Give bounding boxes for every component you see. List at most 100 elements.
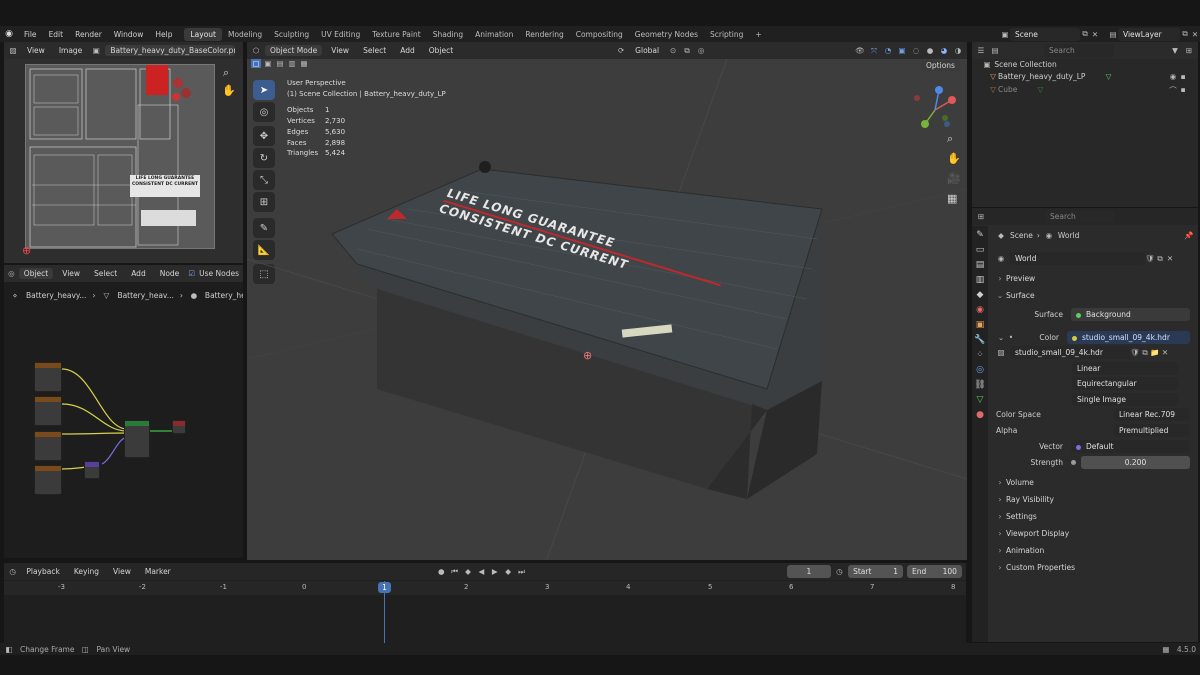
open-folder-icon[interactable]: 📁	[1150, 348, 1160, 357]
current-frame-field[interactable]: 1	[786, 565, 831, 578]
data-tab-icon[interactable]: ▽	[977, 395, 984, 405]
material-tab-icon[interactable]: ●	[976, 410, 984, 420]
output-tab-icon[interactable]: ▤	[976, 260, 985, 270]
grid-perspective-icon[interactable]: ▦	[947, 192, 957, 205]
properties-search-input[interactable]: Search	[1045, 210, 1115, 223]
viewport-menu-add[interactable]: Add	[395, 45, 420, 56]
material-shading-icon[interactable]: ◕	[939, 46, 949, 55]
render-tab-icon[interactable]: ▭	[976, 245, 985, 255]
vector-field[interactable]: Default	[1071, 440, 1190, 453]
node-editor-type-icon[interactable]: ◎	[8, 269, 15, 278]
filter-icon[interactable]: ▼	[1170, 46, 1180, 55]
timeline-menu-view[interactable]: View	[108, 566, 136, 577]
timeline-ruler[interactable]	[4, 581, 966, 595]
snap-icon[interactable]: ⧉	[682, 46, 692, 56]
image-datablock-field[interactable]: studio_small_09_4k.hdr	[1010, 346, 1130, 359]
interpolation-dropdown[interactable]: Linear	[1072, 362, 1178, 375]
record-icon[interactable]: ●	[437, 567, 446, 576]
pan-hand-icon[interactable]: ✋	[947, 152, 961, 165]
surface-shader-field[interactable]: Background	[1071, 308, 1190, 321]
world-name-field[interactable]: World	[1010, 252, 1145, 265]
node-menu-add[interactable]: Add	[126, 268, 151, 279]
tab-uv-editing[interactable]: UV Editing	[315, 28, 366, 41]
3d-viewport[interactable]: ⬡ Object Mode View Select Add Object ⟳ G…	[247, 42, 967, 560]
section-viewport-display[interactable]: › Viewport Display	[994, 526, 1190, 541]
visibility-icon[interactable]: 👁	[855, 46, 865, 55]
section-custom-properties[interactable]: › Custom Properties	[994, 560, 1190, 575]
node-menu-select[interactable]: Select	[89, 268, 122, 279]
tab-rendering[interactable]: Rendering	[519, 28, 569, 41]
tab-animation[interactable]: Animation	[469, 28, 519, 41]
image-texture-node[interactable]	[34, 362, 62, 392]
source-dropdown[interactable]: Single Image	[1072, 393, 1178, 406]
zoom-icon[interactable]: ⌕	[947, 132, 953, 146]
section-settings[interactable]: › Settings	[994, 509, 1190, 524]
jump-start-icon[interactable]: ⏮	[450, 567, 459, 577]
jump-end-icon[interactable]: ⏭	[517, 567, 526, 577]
particles-tab-icon[interactable]: ⁘	[976, 350, 984, 360]
section-preview[interactable]: › Preview	[994, 271, 1190, 286]
image-texture-node[interactable]	[34, 396, 62, 426]
constraints-tab-icon[interactable]: ⛓	[974, 380, 985, 390]
alpha-dropdown[interactable]: Premultiplied	[1114, 424, 1190, 437]
menu-file[interactable]: File	[18, 30, 43, 39]
object-tab-icon[interactable]: ▣	[976, 320, 985, 330]
tab-sculpting[interactable]: Sculpting	[268, 28, 315, 41]
tab-compositing[interactable]: Compositing	[570, 28, 629, 41]
outliner-item[interactable]: ▽ Battery_heavy_duty_LP ▽ ◉ ▪	[988, 72, 1188, 81]
end-frame-field[interactable]: End 100	[907, 565, 962, 578]
playhead-frame-badge[interactable]: 1	[378, 582, 391, 593]
stopwatch-icon[interactable]: ◷	[835, 567, 844, 576]
pivot-icon[interactable]: ⊙	[668, 46, 678, 55]
strength-slider[interactable]: 0.200	[1081, 456, 1190, 469]
camera-icon[interactable]: 🎥	[947, 172, 961, 185]
add-workspace-button[interactable]: +	[749, 28, 767, 41]
color-input-field[interactable]: studio_small_09_4k.hdr	[1067, 331, 1190, 344]
eye-icon[interactable]: ◉	[1168, 72, 1178, 81]
play-reverse-icon[interactable]: ◀	[477, 567, 486, 576]
camera-icon[interactable]: ▪	[1178, 72, 1188, 81]
breadcrumb-mesh[interactable]: Battery_heav...	[117, 291, 173, 300]
modifier-tab-icon[interactable]: 🔧	[974, 335, 985, 345]
scene-selector[interactable]: Scene	[1010, 27, 1080, 41]
tab-layout[interactable]: Layout	[184, 27, 222, 41]
tab-shading[interactable]: Shading	[427, 28, 469, 41]
section-animation[interactable]: › Animation	[994, 543, 1190, 558]
menu-help[interactable]: Help	[149, 30, 178, 39]
section-ray-visibility[interactable]: › Ray Visibility	[994, 492, 1190, 507]
wireframe-shading-icon[interactable]: ◌	[911, 46, 921, 55]
image-menu-image[interactable]: Image	[54, 45, 88, 56]
remove-scene-icon[interactable]: ✕	[1090, 30, 1100, 39]
normal-map-node[interactable]	[84, 461, 100, 479]
image-browse-icon[interactable]: ▣	[91, 46, 101, 55]
timeline-menu-marker[interactable]: Marker	[140, 566, 176, 577]
tool-tab-icon[interactable]: ✎	[976, 230, 984, 240]
viewport-menu-view[interactable]: View	[326, 45, 354, 56]
fake-user-icon[interactable]: 🛡	[1145, 254, 1155, 263]
breadcrumb-object[interactable]: Battery_heavy...	[26, 291, 86, 300]
menu-window[interactable]: Window	[108, 30, 150, 39]
color-space-dropdown[interactable]: Linear Rec.709	[1114, 408, 1190, 421]
orientation-dropdown[interactable]: Global	[630, 45, 664, 56]
object-mode-dropdown[interactable]: Object Mode	[265, 45, 323, 56]
image-name-field[interactable]: Battery_heavy_duty_BaseColor.png	[105, 45, 236, 56]
section-surface[interactable]: ⌄ Surface	[994, 288, 1190, 303]
viewport-menu-select[interactable]: Select	[358, 45, 391, 56]
scene-tab-icon[interactable]: ◆	[977, 290, 984, 300]
eye-hidden-icon[interactable]: ⌒	[1168, 85, 1178, 96]
blender-logo-icon[interactable]: ◉	[0, 29, 18, 39]
xray-icon[interactable]: ▣	[897, 46, 907, 55]
new-collection-icon[interactable]: ⊞	[1184, 46, 1194, 55]
unlink-icon[interactable]: ✕	[1160, 348, 1170, 357]
image-editor-type-icon[interactable]: ▨	[8, 46, 18, 55]
outliner-item[interactable]: ▽ Cube ▽ ⌒ ▪	[988, 85, 1188, 96]
rendered-shading-icon[interactable]: ◑	[953, 46, 963, 55]
play-icon[interactable]: ▶	[490, 567, 499, 576]
tab-texture-paint[interactable]: Texture Paint	[366, 28, 426, 41]
duplicate-icon[interactable]: ⧉	[1140, 348, 1150, 358]
display-mode-icon[interactable]: ▤	[990, 46, 1000, 55]
outliner-root[interactable]: ▣ Scene Collection	[982, 60, 1056, 69]
menu-edit[interactable]: Edit	[43, 30, 70, 39]
tab-scripting[interactable]: Scripting	[704, 28, 749, 41]
editor-type-icon[interactable]: ⬡	[251, 46, 261, 55]
